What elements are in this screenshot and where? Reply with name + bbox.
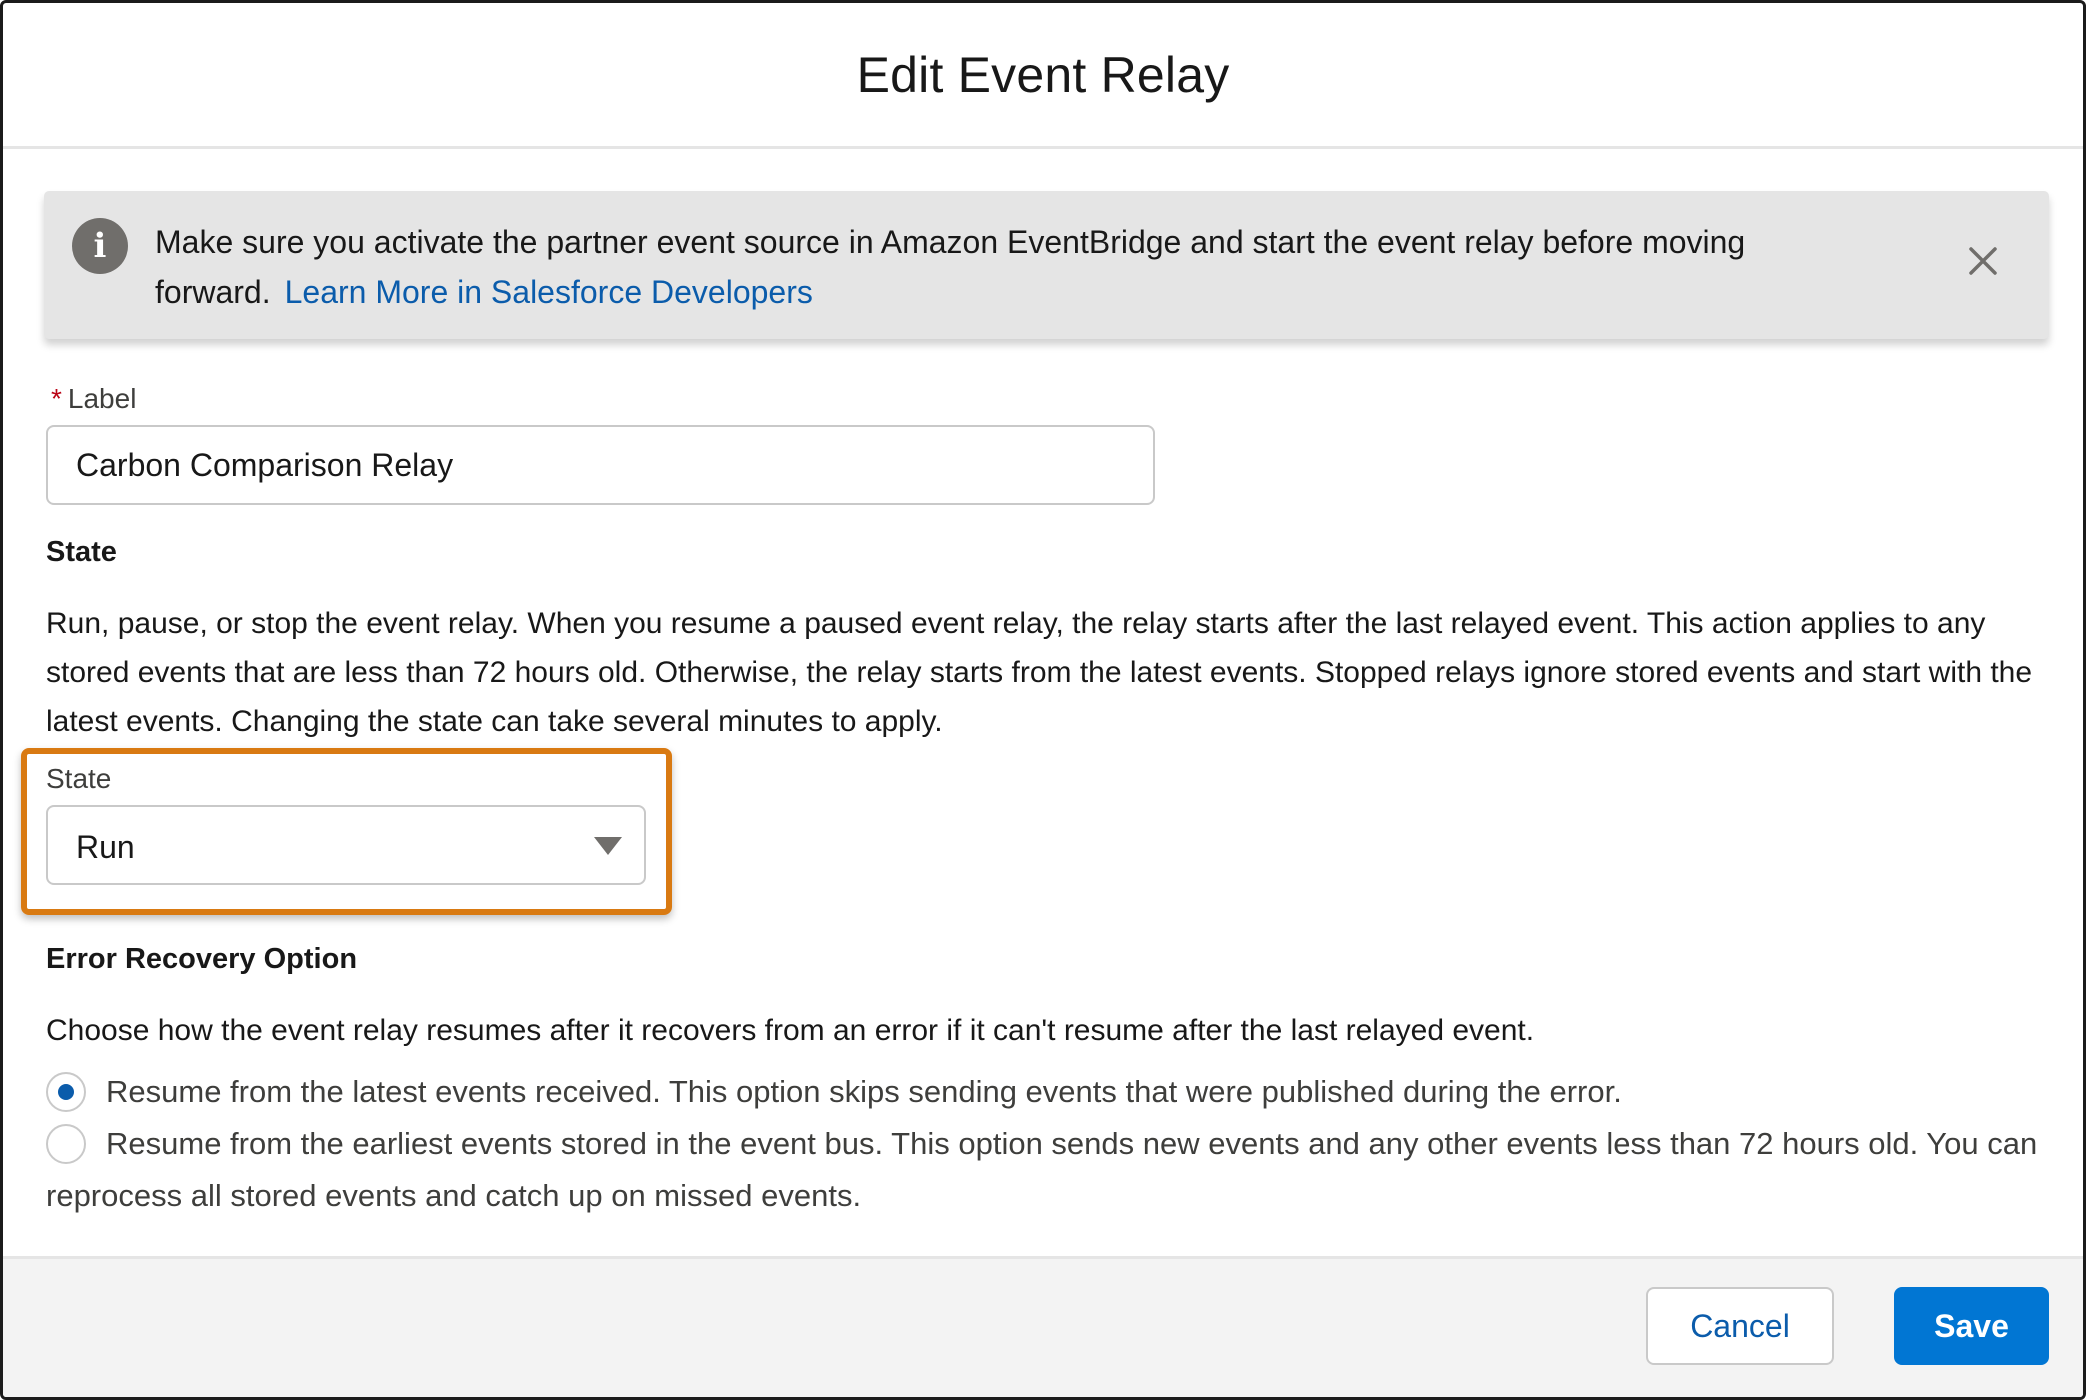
cancel-button[interactable]: Cancel (1646, 1287, 1834, 1365)
state-select-value: Run (76, 829, 135, 865)
notice-message: Make sure you activate the partner event… (155, 217, 1935, 317)
close-icon[interactable] (1965, 243, 2001, 279)
error-recovery-description: Choose how the event relay resumes after… (46, 1014, 1535, 1047)
edit-event-relay-modal: Edit Event Relay i Make sure you activat… (0, 0, 2086, 1400)
radio-earliest[interactable] (46, 1124, 86, 1164)
modal-title: Edit Event Relay (856, 46, 1230, 103)
info-notice: i Make sure you activate the partner eve… (44, 191, 2049, 339)
required-marker: * (51, 383, 62, 414)
radio-earliest-label: Resume from the earliest events stored i… (46, 1126, 2038, 1213)
radio-latest[interactable] (46, 1072, 86, 1112)
radio-latest-label: Resume from the latest events received. … (106, 1074, 1622, 1109)
save-button[interactable]: Save (1894, 1287, 2049, 1365)
label-field-label: * Label (51, 383, 136, 415)
modal-footer: Cancel Save (3, 1256, 2083, 1397)
state-select[interactable]: Run (46, 805, 646, 885)
error-recovery-heading: Error Recovery Option (46, 943, 358, 975)
radio-option-earliest[interactable]: Resume from the earliest events stored i… (46, 1118, 2046, 1222)
modal-header: Edit Event Relay (3, 3, 2083, 149)
radio-option-latest[interactable]: Resume from the latest events received. … (46, 1066, 2046, 1118)
chevron-down-icon (594, 837, 622, 855)
state-select-label: State (46, 763, 112, 794)
state-heading: State (46, 536, 117, 568)
learn-more-link[interactable]: Learn More in Salesforce Developers (285, 274, 813, 310)
state-description: Run, pause, or stop the event relay. Whe… (46, 607, 2033, 738)
label-input[interactable] (46, 425, 1155, 505)
info-icon: i (72, 218, 128, 274)
label-text: Label (67, 383, 137, 414)
